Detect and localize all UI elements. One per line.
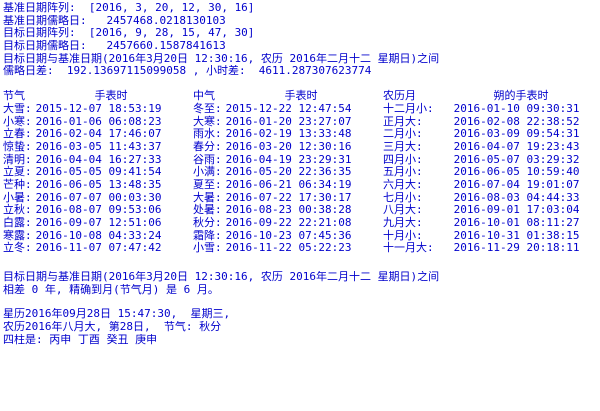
solar-term-time: 2016-03-05 11:43:37 [29, 139, 162, 153]
solar-term: 大雪: [3, 101, 32, 115]
mid-term: 小雪: [193, 241, 222, 255]
new-moon-time: 2016-01-10 09:30:31 [447, 101, 580, 115]
mid-term-time: 2016-02-19 13:33:48 [219, 127, 352, 141]
lunar-month: 十一月大: [383, 241, 434, 255]
header-clock-time-2: 手表时 [284, 89, 318, 103]
target-date-array: 目标日期阵列: [2016, 9, 28, 15, 47, 30] [3, 27, 255, 40]
new-moon-time: 2016-11-29 20:18:11 [447, 241, 580, 255]
between-dates-text: 目标日期与基准日期(2016年3月20日 12:30:16, 农历 2016年二… [3, 52, 440, 65]
header-mid-term: 中气 [193, 89, 215, 103]
solar-term-time: 2016-09-07 12:51:06 [29, 216, 162, 229]
lunar-month: 六月大: [383, 177, 423, 191]
solar-term: 立春: [3, 127, 32, 141]
footer-difference: 相差 0 年, 精确到月(节气月) 是 6 月。 [3, 283, 219, 296]
solar-term: 白露: [3, 216, 32, 229]
table-row: 惊蛰: 2016-03-05 11:43:37 春分: 2016-03-20 12… [3, 139, 597, 154]
solar-term-time: 2016-06-05 13:48:35 [29, 177, 162, 191]
table-row: 白露: 2016-09-07 12:51:06 秋分: 2016-09-22 22… [3, 216, 597, 230]
header-lunar-month: 农历月 [383, 89, 416, 103]
lunar-month: 九月大: [383, 216, 423, 229]
footer-between-dates: 目标日期与基准日期(2016年3月20日 12:30:16, 农历 2016年二… [3, 271, 440, 284]
mid-term-time: 2016-09-22 22:21:08 [219, 216, 352, 229]
new-moon-time: 2016-10-01 08:11:27 [447, 216, 580, 229]
table-row: 立冬: 2016-11-07 07:47:42 小雪: 2016-11-22 05… [3, 242, 597, 255]
new-moon-time: 2016-03-09 09:54:31 [447, 127, 580, 141]
target-julian-day: 目标日期儒略日: 2457660.1587841613 [3, 40, 226, 53]
lunar-date-line: 农历2016年八月大, 第28日, 节气: 秋分 [3, 321, 222, 334]
solar-term-time: 2016-02-04 17:46:07 [29, 127, 162, 141]
mid-term: 雨水: [193, 127, 222, 141]
new-moon-time: 2016-07-04 19:01:07 [447, 177, 580, 191]
mid-term: 秋分: [193, 216, 222, 229]
four-pillars-line: 四柱是: 丙申 丁酉 癸丑 庚申 [3, 333, 158, 346]
base-date-array: 基准日期阵列: [2016, 3, 20, 12, 30, 16] [3, 2, 255, 14]
solar-term: 芒种: [3, 177, 32, 191]
mid-term-time: 2016-06-21 06:34:19 [219, 177, 352, 191]
table-row: 大雪: 2015-12-07 18:53:19 冬至: 2015-12-22 12… [3, 101, 597, 116]
mid-term-time: 2016-11-22 05:22:23 [219, 241, 352, 255]
solar-term: 立冬: [3, 241, 32, 255]
mid-term: 冬至: [193, 101, 222, 115]
mid-term-time: 2015-12-22 12:47:54 [219, 101, 352, 115]
calendar-output-panel: 基准日期阵列: [2016, 3, 20, 12, 30, 16] 基准日期儒略… [3, 2, 597, 347]
table-row: 芒种: 2016-06-05 13:48:35 夏至: 2016-06-21 06… [3, 177, 597, 192]
gregorian-date-line: 星历2016年09月28日 15:47:30, 星期三, [3, 308, 231, 321]
lunar-month: 十二月小: [383, 101, 434, 115]
solar-term-time: 2016-11-07 07:47:42 [29, 241, 162, 255]
header-solar-term: 节气 [3, 89, 25, 103]
lunar-month: 二月小: [383, 127, 423, 141]
table-row: 立春: 2016-02-04 17:46:07 雨水: 2016-02-19 13… [3, 127, 597, 141]
solar-terms-table: 大雪: 2015-12-07 18:53:19 冬至: 2015-12-22 12… [3, 101, 597, 255]
header-clock-time: 手表时 [94, 89, 128, 103]
julian-hour-difference: 儒略日差: 192.13697115099058 , 小时差: 4611.287… [3, 65, 372, 78]
base-julian-day: 基准日期儒略日: 2457468.0218130103 [3, 14, 226, 27]
mid-term: 夏至: [193, 177, 222, 191]
mid-term-time: 2016-03-20 12:30:16 [219, 139, 352, 153]
solar-term: 惊蛰: [3, 139, 32, 153]
lunar-month: 三月大: [383, 139, 423, 153]
solar-term-time: 2015-12-07 18:53:19 [29, 101, 162, 115]
header-new-moon-time: 朔的手表时 [493, 89, 549, 103]
new-moon-time: 2016-04-07 19:23:43 [447, 139, 580, 153]
solar-terms-table-header: 节气 手表时 中气 手表时 农历月 朔的手表时 [3, 89, 597, 103]
mid-term: 春分: [193, 139, 222, 153]
